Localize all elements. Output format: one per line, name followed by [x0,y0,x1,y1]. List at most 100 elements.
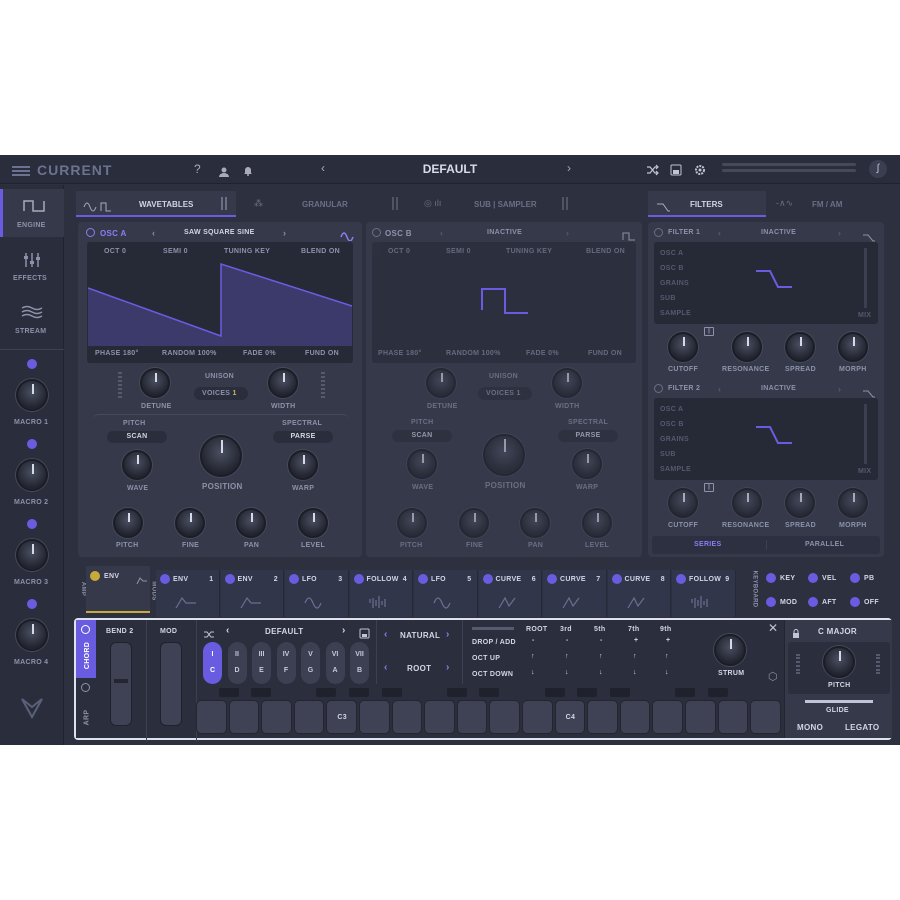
source-grains[interactable]: GRAINS [660,280,689,287]
macro-mod-icon[interactable] [27,519,37,529]
wave-name[interactable]: SAW SQUARE SINE [184,229,255,236]
black-key[interactable] [675,688,695,697]
kb-mod[interactable]: MOD [780,599,797,606]
blend-value[interactable]: ON [329,248,340,255]
mod-tile[interactable]: ENV 1 [156,570,220,617]
mod-dot-icon[interactable] [353,574,364,584]
oct-down-arrow-icon[interactable]: ↓ [565,669,569,676]
white-key[interactable] [619,700,651,734]
random-value[interactable]: 100% [198,350,217,357]
wave-prev[interactable]: ‹ [152,228,155,238]
fine-knob[interactable] [175,508,205,538]
white-key[interactable] [685,700,716,734]
morph-knob[interactable] [838,488,868,518]
scale-mode[interactable]: NATURAL [400,631,440,640]
drop-toggle[interactable]: - [566,637,569,644]
voicing-next[interactable]: › [446,662,450,673]
morph-knob[interactable] [838,332,868,362]
tab-granular[interactable]: ⁂ GRANULAR [244,191,409,217]
pitch-bend-wheel[interactable] [110,642,132,726]
macro-mod-icon[interactable] [27,439,37,449]
black-key[interactable] [577,688,598,697]
oct-down-arrow-icon[interactable]: ↓ [665,669,669,676]
spread-knob[interactable] [785,332,815,362]
mod-dot-icon[interactable] [676,574,686,584]
white-key[interactable] [587,700,618,734]
oct-up-arrow-icon[interactable]: ↑ [665,653,669,660]
chord-degree-v[interactable]: VG [301,642,320,684]
kb-aft[interactable]: AFT [822,599,837,606]
voicing-mode[interactable]: ROOT [407,664,431,673]
mod-tile[interactable]: LFO 5 [414,570,478,617]
mod-tile[interactable]: LFO 3 [285,570,349,617]
mod-dot-icon[interactable] [611,574,622,584]
chord-degree-iv[interactable]: IV F [276,642,296,684]
macro-knob[interactable] [16,619,48,651]
mod-tile[interactable]: ENV 2 [220,570,284,617]
black-key[interactable] [544,688,565,697]
performance-button[interactable]: ∫ [869,160,887,178]
shuffle-icon[interactable] [646,163,659,176]
chord-degree-iii[interactable]: III E [252,642,271,684]
white-key[interactable] [196,700,227,734]
pause-icon[interactable]: || [704,483,714,492]
mono-button[interactable]: MONO [797,723,823,732]
drop-toggle[interactable]: + [634,637,638,644]
tab-fm-am[interactable]: -∧∿ FM / AM [766,191,884,217]
scan-selector[interactable]: SCAN [392,430,452,442]
pan-knob[interactable] [236,508,266,538]
preset-name[interactable]: DEFAULT [410,162,490,176]
white-key-c3[interactable]: C3 [326,700,357,734]
level-knob[interactable] [298,508,328,538]
resonance-knob[interactable] [732,332,762,362]
arp-side-tab[interactable]: ARP [76,680,96,738]
mod-tile[interactable]: FOLLOW 4 [349,570,413,617]
scale-name[interactable]: C MAJOR [818,627,857,636]
close-icon[interactable]: ✕ [768,621,778,635]
source-osc-b[interactable]: OSC B [660,421,684,428]
oct-up-arrow-icon[interactable]: ↑ [531,653,535,660]
white-key[interactable] [522,700,553,734]
filter-next[interactable]: › [838,228,841,238]
cutoff-knob[interactable] [668,332,698,362]
white-key[interactable] [424,700,455,734]
white-key[interactable] [717,700,749,734]
black-key[interactable] [446,688,467,697]
mix-slider[interactable] [864,404,867,464]
help-icon[interactable]: ? [194,162,201,176]
source-sub[interactable]: SUB [660,295,676,302]
pitch-knob[interactable] [113,508,143,538]
oct-up-arrow-icon[interactable]: ↑ [565,653,569,660]
voices-selector[interactable]: VOICES 1 [478,387,532,400]
tab-wavetables[interactable]: WAVETABLES [76,191,236,217]
position-knob[interactable] [200,435,242,477]
sidebar-item-effects[interactable]: EFFECTS [0,242,64,290]
mix-slider[interactable] [864,248,867,308]
white-key[interactable] [261,700,292,734]
warp-knob[interactable] [288,450,318,480]
power-icon[interactable] [654,228,663,237]
save-icon[interactable] [670,163,682,176]
macro-4[interactable]: MACRO 4 [0,597,64,675]
white-key-c4[interactable]: C4 [554,700,586,734]
wave-next[interactable]: › [566,228,569,238]
mod-tile[interactable]: FOLLOW 9 [672,570,736,617]
white-key[interactable] [391,700,423,734]
detune-knob[interactable] [140,368,170,398]
black-key[interactable] [381,688,402,697]
mod-dot-icon[interactable] [547,574,557,584]
chord-preset-name[interactable]: DEFAULT [265,627,303,636]
macro-mod-icon[interactable] [27,599,37,609]
voicing-prev[interactable]: ‹ [384,662,388,673]
sidebar-item-engine[interactable]: ENGINE [0,189,64,237]
wave-knob[interactable] [407,449,437,479]
wave-knob[interactable] [122,450,152,480]
spread-knob[interactable] [785,488,815,518]
cutoff-knob[interactable] [668,488,698,518]
gear-icon[interactable] [694,163,706,175]
width-knob[interactable] [268,368,298,398]
macro-3[interactable]: MACRO 3 [0,517,64,595]
resonance-knob[interactable] [732,488,762,518]
source-sample[interactable]: SAMPLE [660,310,691,317]
black-key[interactable] [251,688,272,697]
